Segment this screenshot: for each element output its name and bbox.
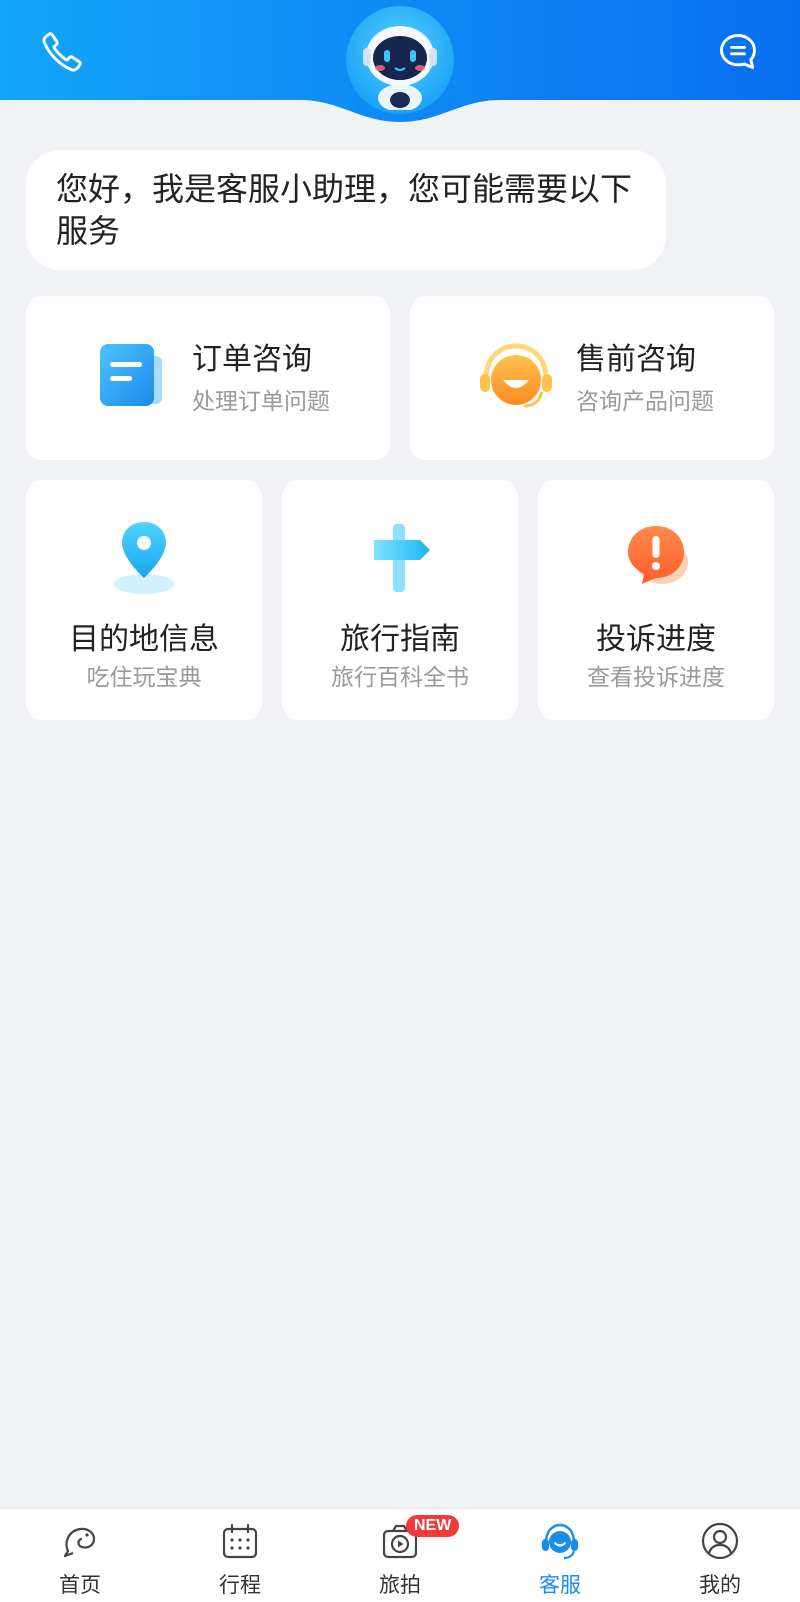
phone-button[interactable]: [36, 26, 88, 78]
user-icon: [701, 1522, 739, 1560]
customer-service-icon: [542, 1523, 578, 1560]
tab-label: 行程: [219, 1573, 261, 1597]
greeting-bubble: 您好，我是客服小助理，您可能需要以下服务: [26, 150, 666, 270]
dolphin-home-icon: [63, 1527, 96, 1558]
headset-smile-icon: [480, 343, 552, 408]
robot-avatar: [346, 6, 454, 114]
card-subtitle: 处理订单问题: [192, 389, 330, 415]
tab-profile[interactable]: 我的: [640, 1509, 800, 1602]
greeting-text: 您好，我是客服小助理，您可能需要以下服务: [56, 170, 633, 250]
tab-label: 我的: [699, 1573, 741, 1597]
tab-label: 客服: [539, 1573, 581, 1597]
card-subtitle: 吃住玩宝典: [86, 665, 202, 691]
tab-label: 旅拍: [379, 1573, 421, 1597]
tab-travel-photo[interactable]: 旅拍 NEW: [320, 1509, 480, 1602]
tab-home[interactable]: 首页: [0, 1509, 160, 1602]
card-title: 售前咨询: [576, 342, 696, 377]
card-title: 投诉进度: [596, 622, 716, 657]
card-subtitle: 旅行百科全书: [331, 665, 469, 691]
robot-avatar-icon: [363, 26, 437, 110]
phone-icon: [42, 32, 82, 72]
calendar-icon: [222, 1523, 258, 1559]
travel-guide-card[interactable]: 旅行指南 旅行百科全书: [282, 480, 518, 720]
complaint-progress-card[interactable]: 投诉进度 查看投诉进度: [538, 480, 774, 720]
chat-bubble-icon: [720, 34, 756, 70]
location-pin-icon: [114, 522, 174, 594]
alert-bubble-icon: [628, 526, 688, 584]
destination-info-card[interactable]: 目的地信息 吃住玩宝典: [26, 480, 262, 720]
presale-consultation-card[interactable]: 售前咨询 咨询产品问题: [410, 296, 774, 460]
card-title: 目的地信息: [69, 622, 219, 657]
bottom-tab-bar: 首页 行程 旅拍 NEW 客服 我的: [0, 1508, 800, 1602]
tab-label: 首页: [59, 1573, 101, 1597]
tab-customer-service[interactable]: 客服: [480, 1509, 640, 1602]
card-title: 旅行指南: [340, 622, 460, 657]
card-title: 订单咨询: [192, 342, 312, 377]
document-icon: [100, 344, 162, 406]
new-badge: NEW: [406, 1515, 460, 1537]
card-subtitle: 咨询产品问题: [576, 389, 714, 415]
order-consultation-card[interactable]: 订单咨询 处理订单问题: [26, 296, 390, 460]
tab-itinerary[interactable]: 行程: [160, 1509, 320, 1602]
header: [0, 0, 800, 125]
signpost-icon: [374, 524, 430, 592]
card-subtitle: 查看投诉进度: [587, 665, 725, 691]
message-button[interactable]: [712, 26, 764, 78]
